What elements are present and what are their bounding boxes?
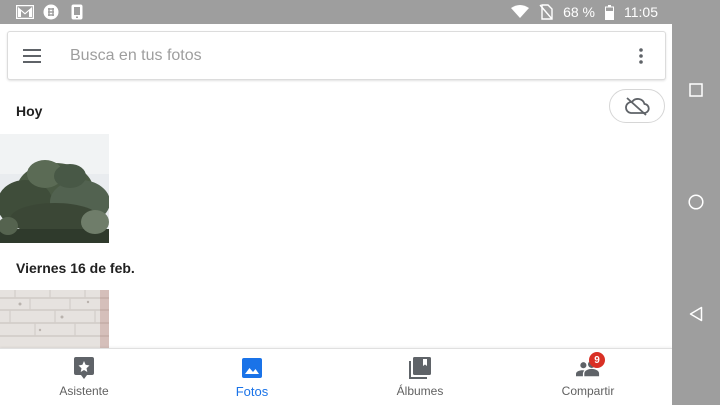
nav-label: Asistente [59,384,109,398]
search-bar[interactable]: Busca en tus fotos [7,31,666,80]
assistant-icon [72,356,96,380]
android-navigation-bar [672,24,720,405]
menu-button[interactable] [8,32,56,80]
triangle-back-icon [689,306,703,322]
wifi-icon [511,5,530,18]
nav-label: Álbumes [396,384,444,398]
bottom-navigation: Asistente Fotos Álbumes 9 Compartir [0,348,672,405]
nav-item-assistant[interactable]: Asistente [0,349,168,405]
cloud-off-icon [625,97,650,116]
back-button[interactable] [672,290,720,338]
section-title-date: Viernes 16 de feb. [16,260,135,276]
no-sim-icon [539,4,553,20]
nav-label: Compartir [561,384,615,398]
photos-app: Busca en tus fotos Hoy Viernes 16 de feb… [0,24,672,405]
photo-thumbnail[interactable] [0,290,109,348]
nav-item-sharing[interactable]: 9 Compartir [504,349,672,405]
hamburger-menu-icon [23,48,41,63]
slack-icon [42,4,60,20]
nav-label: Fotos [235,383,269,399]
battery-percentage: 68 % [563,4,595,20]
nav-item-photos[interactable]: Fotos [168,349,336,405]
phone-icon [68,4,86,20]
photo-thumbnail[interactable] [0,134,109,243]
tree-photo [0,134,109,243]
search-input[interactable]: Busca en tus fotos [70,47,617,65]
more-vert-icon [639,47,643,64]
gmail-icon [16,4,34,20]
section-title-today: Hoy [16,103,43,119]
status-bar: 68 % 11:05 [0,0,720,24]
battery-icon [605,4,614,20]
clock: 11:05 [624,4,658,20]
photo-icon [240,356,264,380]
sharing-badge: 9 [589,352,605,368]
nav-item-albums[interactable]: Álbumes [336,349,504,405]
circle-icon [688,194,704,210]
albums-icon [408,356,432,380]
status-left-icons [0,4,86,20]
square-icon [689,83,703,97]
recents-button[interactable] [672,66,720,114]
more-options-button[interactable] [617,32,665,80]
home-button[interactable] [672,178,720,226]
wall-photo [0,290,109,348]
status-right-icons: 68 % 11:05 [511,0,720,24]
backup-status-button[interactable] [609,89,665,123]
